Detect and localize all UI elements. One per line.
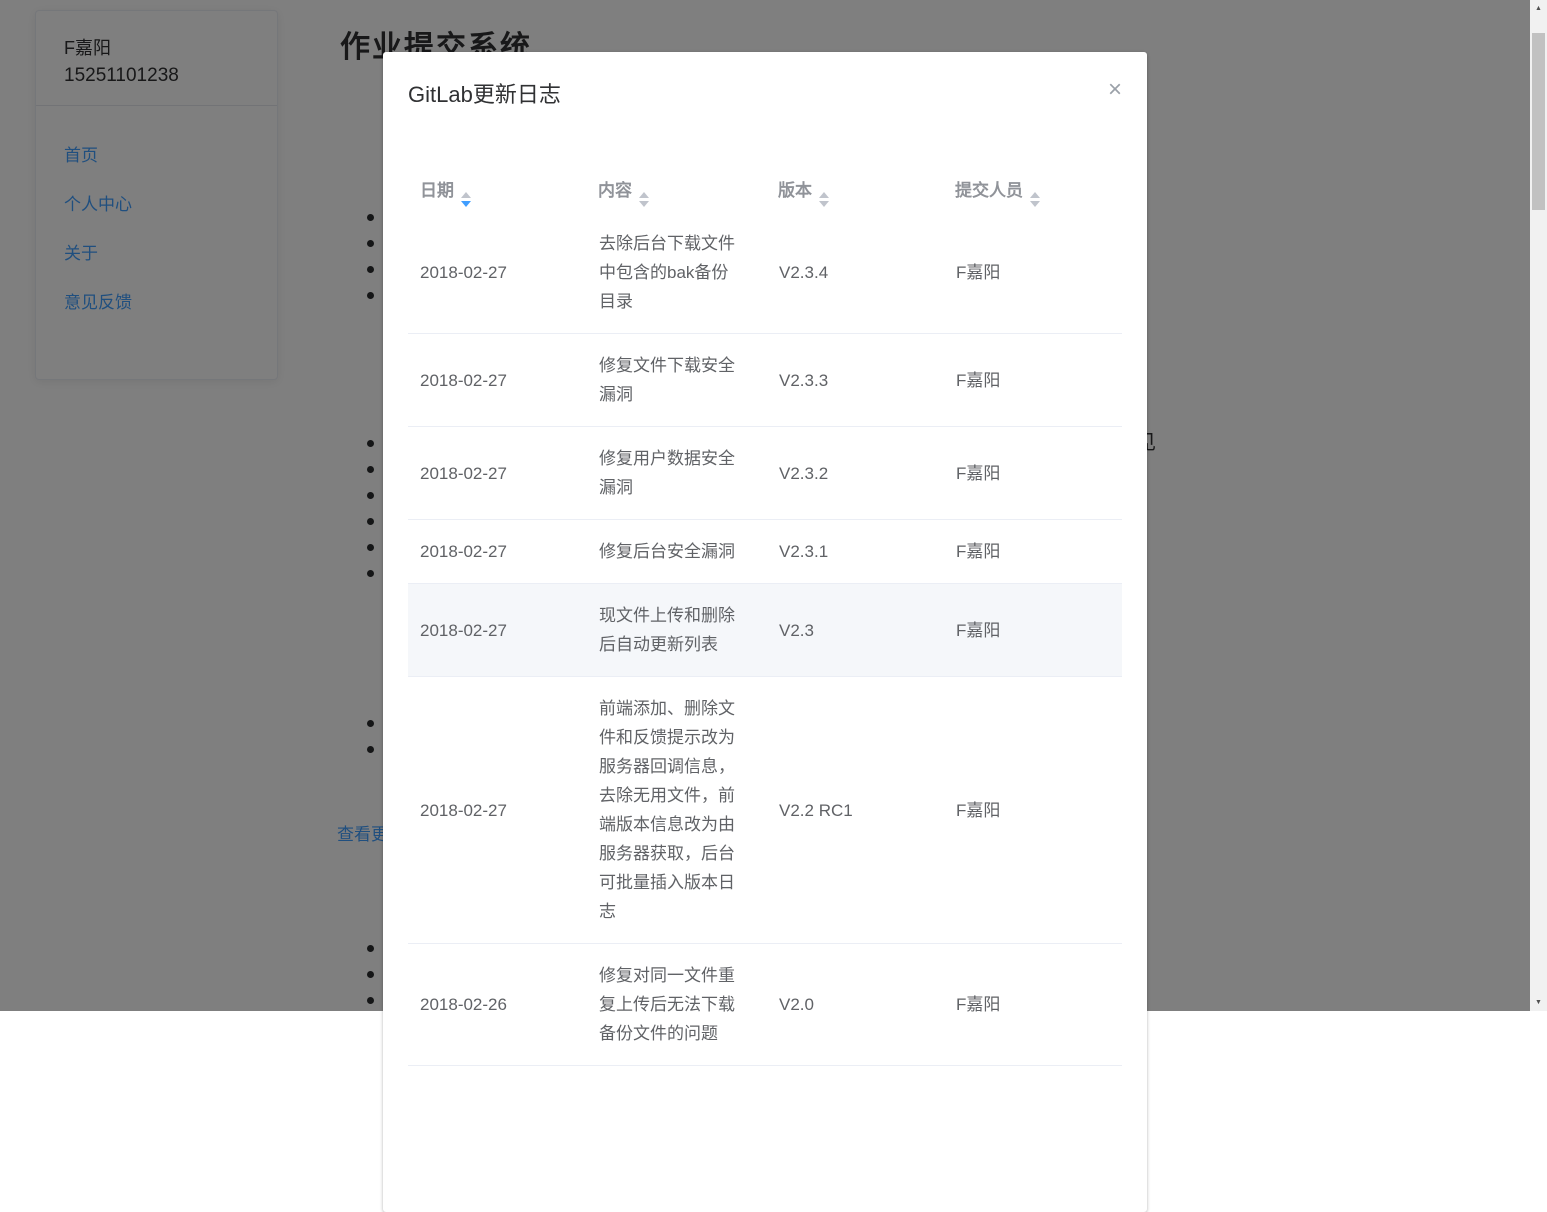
column-label: 提交人员 [955,181,1023,200]
table-row[interactable]: 2018-02-27前端添加、删除文件和反馈提示改为服务器回调信息，去除无用文件… [408,677,1122,944]
scrollbar-up-arrow-icon[interactable]: ▲ [1530,0,1547,17]
table-row[interactable]: 2018-02-27修复文件下载安全漏洞 V2.3.3F嘉阳 [408,334,1122,427]
sort-caret-icon[interactable] [461,192,471,207]
scrollbar-thumb[interactable] [1532,33,1545,210]
cell-author: F嘉阳 [955,334,1122,427]
table-row[interactable]: 2018-02-27修复用户数据安全漏洞 V2.3.2F嘉阳 [408,427,1122,520]
cell-version: V2.2 RC1 [778,677,955,944]
content-text: 去除后台下载文件中包含的bak备份目录 [599,229,739,316]
cell-date: 2018-02-26 [408,944,598,1066]
cell-author: F嘉阳 [955,677,1122,944]
cell-version: V2.3.3 [778,334,955,427]
cell-date: 2018-02-27 [408,212,598,334]
cell-content: 前端添加、删除文件和反馈提示改为服务器回调信息，去除无用文件，前端版本信息改为由… [598,677,778,944]
cell-date: 2018-02-27 [408,334,598,427]
column-header-0[interactable]: 日期 [408,170,598,212]
cell-date: 2018-02-27 [408,584,598,677]
dialog-body: 日期内容版本提交人员 2018-02-27去除后台下载文件中包含的bak备份目录… [383,110,1147,1066]
scrollbar-down-arrow-icon[interactable]: ▼ [1530,994,1547,1011]
content-text: 修复用户数据安全漏洞 [599,444,739,502]
table-row[interactable]: 2018-02-27修复后台安全漏洞 V2.3.1F嘉阳 [408,520,1122,584]
cell-author: F嘉阳 [955,584,1122,677]
content-text: 修复对同一文件重复上传后无法下载备份文件的问题 [599,961,739,1048]
cell-content: 修复后台安全漏洞 [598,520,778,584]
column-header-3[interactable]: 提交人员 [955,170,1122,212]
column-label: 内容 [598,181,632,200]
changelog-table: 日期内容版本提交人员 2018-02-27去除后台下载文件中包含的bak备份目录… [408,170,1122,1066]
cell-version: V2.0 [778,944,955,1066]
cell-content: 现文件上传和删除后自动更新列表 [598,584,778,677]
cell-date: 2018-02-27 [408,427,598,520]
cell-content: 去除后台下载文件中包含的bak备份目录 [598,212,778,334]
cell-version: V2.3 [778,584,955,677]
cell-author: F嘉阳 [955,944,1122,1066]
cell-version: V2.3.4 [778,212,955,334]
table-row[interactable]: 2018-02-27现文件上传和删除后自动更新列表 V2.3F嘉阳 [408,584,1122,677]
cell-version: V2.3.1 [778,520,955,584]
table-header-row: 日期 内容 版本 提交人员 [408,170,1122,212]
gitlab-changelog-dialog: GitLab更新日志 × 日期内容版本提交人员 2018-02-27去除后台下载… [383,52,1147,1212]
browser-scrollbar[interactable]: ▲ ▼ [1530,0,1547,1011]
cell-date: 2018-02-27 [408,677,598,944]
dialog-header: GitLab更新日志 × [383,52,1147,110]
content-text: 前端添加、删除文件和反馈提示改为服务器回调信息，去除无用文件，前端版本信息改为由… [599,694,739,926]
dialog-title: GitLab更新日志 [408,82,561,107]
cell-content: 修复用户数据安全漏洞 [598,427,778,520]
table-row[interactable]: 2018-02-26修复对同一文件重复上传后无法下载备份文件的问题 V2.0F嘉阳 [408,944,1122,1066]
cell-author: F嘉阳 [955,520,1122,584]
sort-caret-icon[interactable] [819,192,829,207]
close-icon[interactable]: × [1108,78,1122,102]
content-text: 修复后台安全漏洞 [599,537,739,566]
column-label: 版本 [778,181,812,200]
cell-content: 修复文件下载安全漏洞 [598,334,778,427]
column-header-2[interactable]: 版本 [778,170,955,212]
sort-caret-icon[interactable] [1030,192,1040,207]
cell-author: F嘉阳 [955,427,1122,520]
column-header-1[interactable]: 内容 [598,170,778,212]
content-text: 现文件上传和删除后自动更新列表 [599,601,739,659]
column-label: 日期 [420,181,454,200]
cell-content: 修复对同一文件重复上传后无法下载备份文件的问题 [598,944,778,1066]
sort-caret-icon[interactable] [639,192,649,207]
table-row[interactable]: 2018-02-27去除后台下载文件中包含的bak备份目录 V2.3.4F嘉阳 [408,212,1122,334]
cell-version: V2.3.2 [778,427,955,520]
content-text: 修复文件下载安全漏洞 [599,351,739,409]
cell-author: F嘉阳 [955,212,1122,334]
cell-date: 2018-02-27 [408,520,598,584]
